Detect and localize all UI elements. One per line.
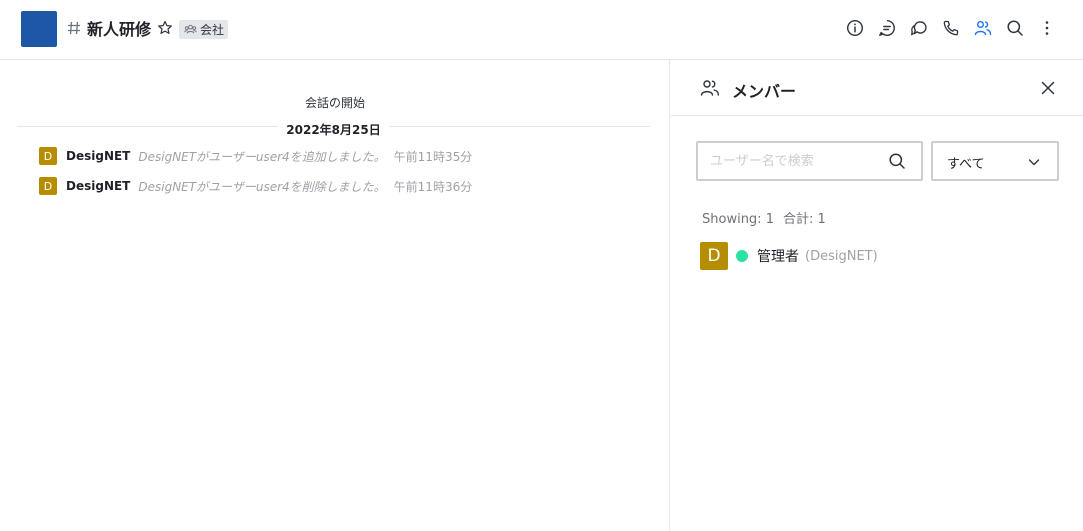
close-icon[interactable] [1038,78,1058,98]
member-username: (DesigNET) [805,248,878,264]
member-avatar: D [700,242,728,270]
info-icon [846,19,864,37]
search-button[interactable] [1005,18,1025,38]
call-icon [943,20,959,36]
hash-icon [68,21,80,35]
date-divider: 2022年8月25日 [0,119,667,138]
threads-icon [879,20,895,36]
members-icon [974,21,992,36]
total-count: 合計: 1 [782,212,826,227]
online-status-icon [736,250,748,262]
message-text: DesigNETがユーザーuser4を追加しました。 [138,149,386,164]
message-text: DesigNETがユーザーuser4を削除しました。 [138,179,386,194]
members-panel-title: メンバー [732,82,797,101]
message-username[interactable]: DesigNET [66,149,130,163]
message-username[interactable]: DesigNET [66,179,130,193]
kebab-menu-icon [1045,21,1049,35]
conversation-start-label: 会話の開始 [304,96,365,110]
app-window: 新人研修 会社 会話の開始 2022年8月25日 D DesigNET Desi… [0,0,1083,531]
member-name: 管理者 [757,249,799,265]
team-badge[interactable]: 会社 [179,20,229,39]
member-list-item[interactable]: D 管理者 (DesigNET) [700,242,1060,270]
system-message: D DesigNET DesigNETがユーザーuser4を追加しました。 午前… [39,147,472,165]
members-button[interactable] [973,18,993,38]
room-header: 新人研修 会社 [0,0,1083,60]
call-button[interactable] [941,18,961,38]
user-avatar[interactable]: D [39,177,57,195]
search-icon[interactable] [888,152,906,170]
discussion-button[interactable] [909,18,929,38]
members-panel-header: メンバー [671,60,1083,116]
kebab-menu-button[interactable] [1037,18,1057,38]
status-filter-value: すべて [947,157,985,172]
showing-count: Showing: 1 [702,212,774,227]
message-area: 会話の開始 2022年8月25日 D DesigNET DesigNETがユーザ… [0,60,670,531]
team-badge-label: 会社 [200,23,225,37]
star-icon[interactable] [157,20,173,36]
room-title: 新人研修 [87,20,152,39]
threads-button[interactable] [877,18,897,38]
member-count: Showing: 1 合計: 1 [702,208,826,227]
status-filter-select[interactable]: すべて [931,141,1059,181]
members-icon [700,80,719,96]
user-avatar[interactable]: D [39,147,57,165]
message-time: 午前11時35分 [393,149,473,164]
search-icon [1007,20,1023,36]
room-avatar[interactable] [21,11,57,47]
chevron-down-icon [1028,159,1040,166]
member-search-input[interactable] [710,143,880,179]
member-search-box [696,141,923,181]
discussion-icon [910,21,927,36]
members-panel: メンバー すべて Showing: 1合計: 1 D 管理者 (De [671,60,1083,531]
date-divider-label: 2022年8月25日 [278,123,389,137]
message-time: 午前11時36分 [393,179,473,194]
team-icon [184,24,197,34]
room-info-button[interactable] [845,18,865,38]
system-message: D DesigNET DesigNETがユーザーuser4を削除しました。 午前… [39,177,472,195]
